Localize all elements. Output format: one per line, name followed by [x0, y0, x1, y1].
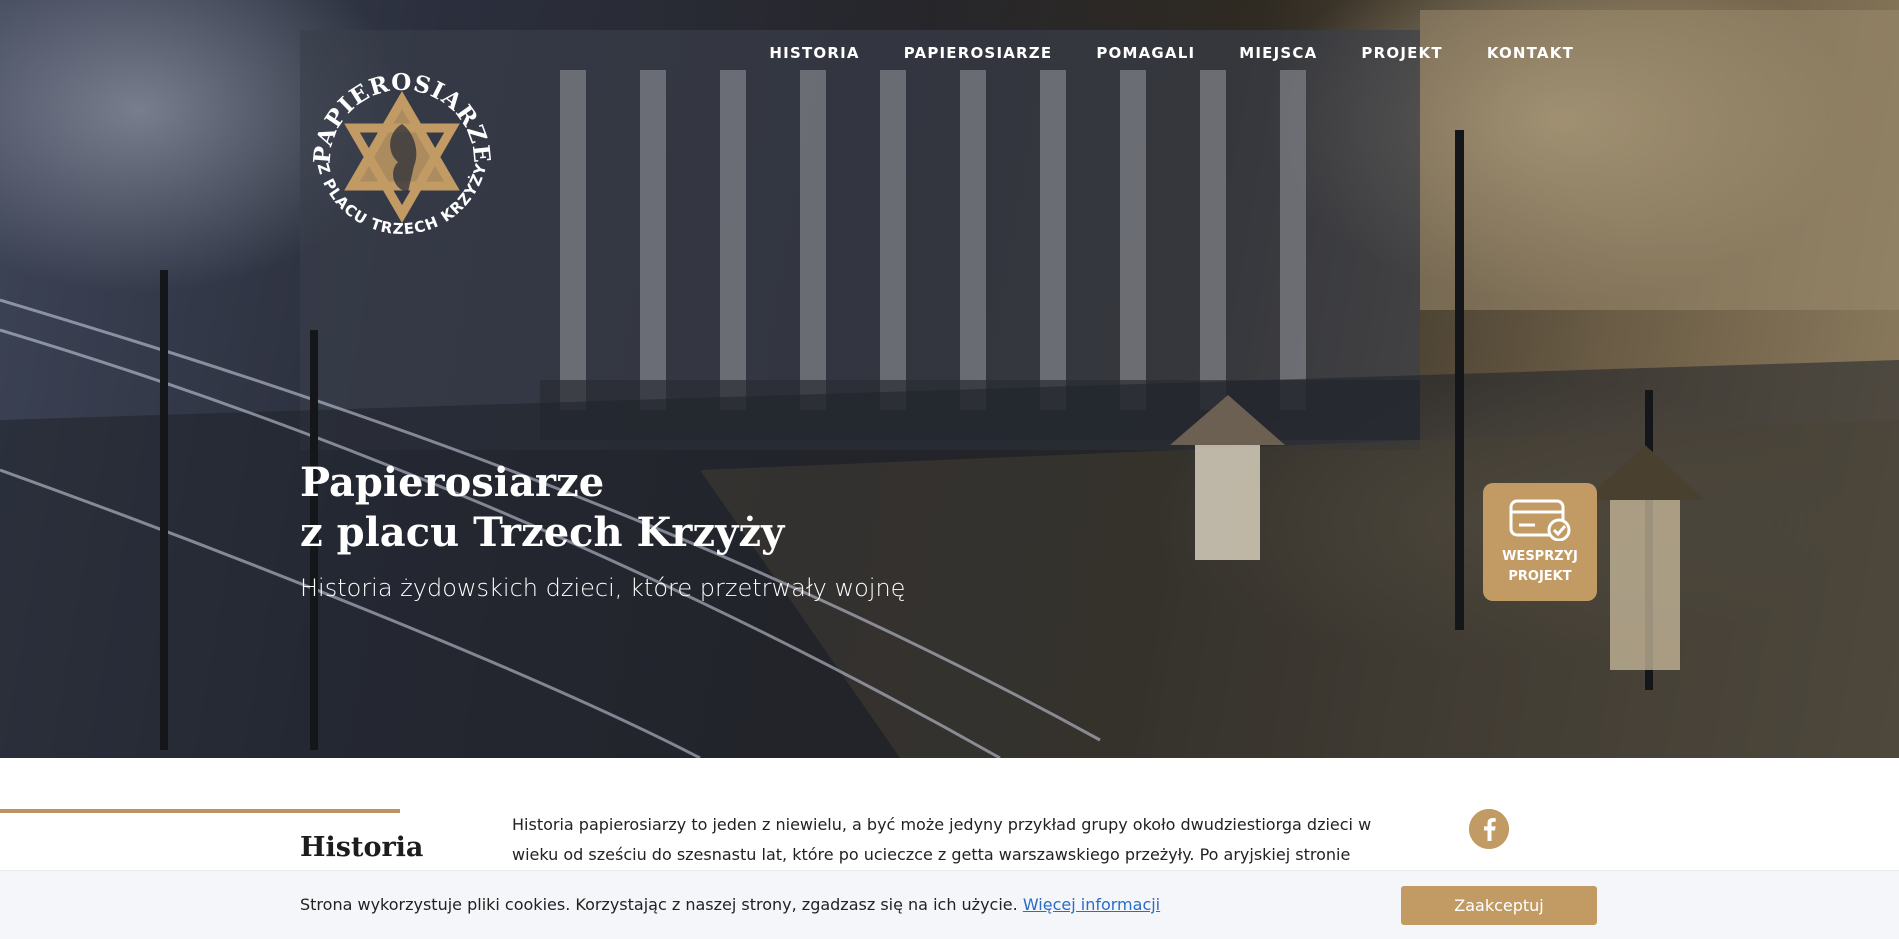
section-title: Historia — [300, 832, 424, 863]
credit-card-check-icon — [1509, 499, 1571, 541]
star-of-david-icon — [344, 91, 460, 223]
site-logo[interactable]: PAPIEROSIARZE Z PLACU TRZECH KRZYŻY — [302, 62, 502, 262]
support-project-label: WESPRZYJ PROJEKT — [1502, 549, 1578, 584]
cookie-message: Strona wykorzystuje pliki cookies. Korzy… — [300, 895, 1160, 914]
cookie-bar: Strona wykorzystuje pliki cookies. Korzy… — [0, 870, 1899, 939]
hero-banner: PAPIEROSIARZE Z PLACU TRZECH KRZYŻY HIST… — [0, 0, 1899, 758]
cookie-more-info-link[interactable]: Więcej informacji — [1023, 895, 1160, 914]
hero-title-line2: z placu Trzech Krzyży — [300, 509, 785, 556]
nav-item-projekt[interactable]: PROJEKT — [1361, 44, 1442, 62]
nav-item-kontakt[interactable]: KONTAKT — [1487, 44, 1574, 62]
facebook-link[interactable] — [1469, 809, 1509, 849]
hero-title-line1: Papierosiarze — [300, 459, 605, 506]
cookie-accept-button[interactable]: Zaakceptuj — [1401, 886, 1597, 925]
hero-title: Papierosiarze z placu Trzech Krzyży — [300, 458, 784, 558]
hero-photo — [0, 10, 1899, 758]
support-project-button[interactable]: WESPRZYJ PROJEKT — [1483, 483, 1597, 601]
nav-item-pomagali[interactable]: POMAGALI — [1096, 44, 1195, 62]
cookie-text: Strona wykorzystuje pliki cookies. Korzy… — [300, 895, 1018, 914]
section-divider — [0, 809, 400, 813]
nav-item-papierosiarze[interactable]: PAPIEROSIARZE — [904, 44, 1053, 62]
facebook-icon — [1469, 809, 1509, 849]
section-body: Historia papierosiarzy to jeden z niewie… — [512, 815, 1372, 864]
main-nav: HISTORIA PAPIEROSIARZE POMAGALI MIEJSCA … — [769, 44, 1574, 62]
nav-item-miejsca[interactable]: MIEJSCA — [1239, 44, 1317, 62]
hero-subtitle: Historia żydowskich dzieci, które przetr… — [300, 574, 906, 602]
nav-item-historia[interactable]: HISTORIA — [769, 44, 859, 62]
